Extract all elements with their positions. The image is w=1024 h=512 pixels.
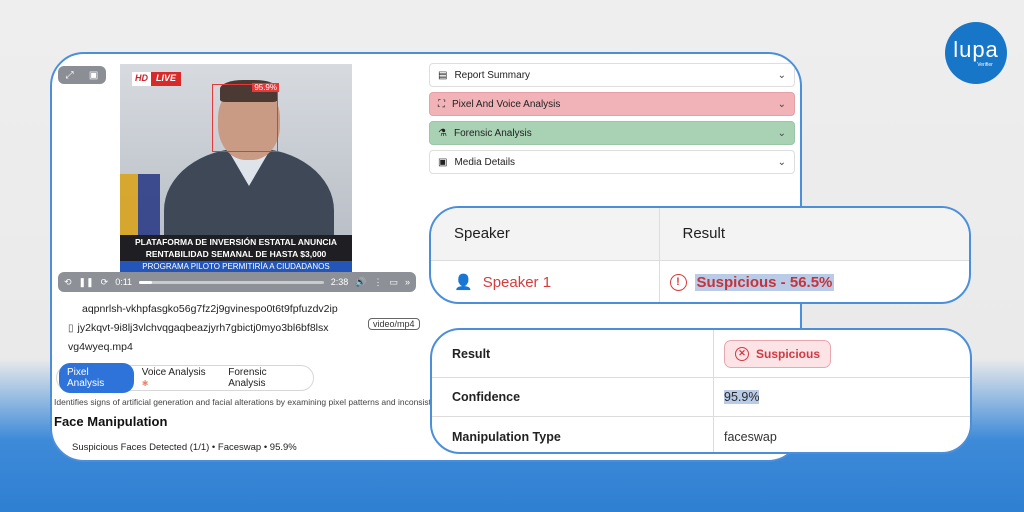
- report-icon: ▤: [438, 69, 448, 81]
- confidence-value: 95.9%: [724, 390, 760, 404]
- mime-badge: video/mp4: [368, 318, 420, 330]
- pip-icon[interactable]: ▣: [89, 70, 98, 81]
- face-scan-icon: ⛶: [438, 98, 445, 110]
- forward-icon[interactable]: ⟳: [101, 277, 109, 288]
- accordion-pixel-voice[interactable]: ⛶ Pixel And Voice Analysis ⌄: [429, 92, 795, 116]
- progress-bar[interactable]: [139, 280, 324, 284]
- caption-line-1: PLATAFORMA DE INVERSIÓN ESTATAL ANUNCIA: [135, 237, 337, 247]
- settings-icon[interactable]: ⋮: [373, 277, 382, 288]
- alert-dot-icon: ✱: [141, 379, 149, 388]
- page-root: lupa Verifier ⤢ ▣ HD LIVE 95.9% PLATAFOR…: [0, 0, 1024, 512]
- file-name: aqpnrlsh-vkhpfasgko56g7fz2j9gvinespo0t6t…: [68, 300, 368, 357]
- accordion-label: Media Details: [454, 156, 516, 168]
- status-badge: ✕ Suspicious: [724, 339, 832, 368]
- more-icon[interactable]: »: [405, 277, 410, 287]
- accordion-media-details[interactable]: ▣ Media Details ⌄: [429, 150, 795, 174]
- video-controls: ⟲ ❚❚ ⟳ 0:11 2:38 🔊 ⋮ ▭ »: [58, 272, 416, 292]
- user-icon: 👤: [454, 274, 473, 292]
- film-icon: ▣: [438, 156, 448, 168]
- logo-sub: Verifier: [977, 61, 993, 68]
- caption-line-2: RENTABILIDAD SEMANAL DE HASTA $3,000: [145, 249, 327, 259]
- file-name-line-2: jy2kqvt-9i8lj3vlchvqgaqbeazjyrh7gbictj0m…: [77, 322, 329, 334]
- accordion-label: Forensic Analysis: [453, 127, 532, 139]
- accordion-label: Pixel And Voice Analysis: [452, 98, 561, 110]
- result-cell: ! Suspicious - 56.5%: [659, 260, 969, 302]
- volume-icon[interactable]: 🔊: [355, 277, 366, 288]
- header-speaker: Speaker: [431, 208, 660, 261]
- expand-icon[interactable]: ⤢: [66, 70, 74, 81]
- manipulation-type: faceswap: [724, 429, 777, 444]
- pause-icon[interactable]: ❚❚: [79, 277, 94, 288]
- result-details-card: Result ✕ Suspicious Confidence 95.9% Mani…: [430, 328, 972, 454]
- lupa-logo: lupa Verifier: [945, 22, 1007, 84]
- flask-icon: ⚗: [438, 127, 447, 139]
- chevron-down-icon: ⌄: [777, 156, 786, 168]
- file-icon: ▯: [68, 323, 74, 334]
- accordion-label: Report Summary: [454, 69, 531, 81]
- row-label: Manipulation Type: [432, 417, 714, 452]
- face-detection-box: 95.9%: [212, 83, 279, 152]
- speaker-result-card: Speaker Result 👤 Speaker 1 ! Suspicious - …: [429, 206, 971, 304]
- file-name-line-1: aqpnrlsh-vkhpfasgko56g7fz2j9gvinespo0t6t…: [82, 303, 338, 315]
- row-label: Confidence: [432, 378, 714, 416]
- tab-voice-label: Voice Analysis: [141, 367, 206, 378]
- video-frame[interactable]: HD LIVE 95.9% PLATAFORMA DE INVERSIÓN ES…: [120, 64, 352, 276]
- speaker-table: Speaker Result 👤 Speaker 1 ! Suspicious - …: [431, 208, 969, 302]
- progress-fill: [139, 280, 152, 284]
- analysis-description: Identifies signs of artificial generatio…: [54, 397, 434, 407]
- current-time: 0:11: [115, 277, 133, 287]
- cast-icon[interactable]: ▭: [389, 277, 398, 288]
- chevron-down-icon: ⌄: [777, 69, 786, 81]
- warning-icon: !: [669, 273, 687, 291]
- close-circle-icon: ✕: [735, 346, 749, 361]
- video-toolbar: ⤢ ▣: [58, 66, 106, 84]
- suspicious-summary: Suspicious Faces Detected (1/1) • Facesw…: [72, 442, 297, 453]
- tab-pixel-analysis[interactable]: Pixel Analysis: [59, 363, 134, 393]
- file-name-line-3: vg4wyeq.mp4: [68, 341, 133, 353]
- rewind-icon[interactable]: ⟲: [64, 277, 72, 288]
- speaker-cell: 👤 Speaker 1: [431, 260, 660, 302]
- tab-forensic-analysis[interactable]: Forensic Analysis: [220, 363, 311, 393]
- accordion-forensic[interactable]: ⚗ Forensic Analysis ⌄: [429, 121, 795, 145]
- status-badge-label: Suspicious: [756, 346, 821, 361]
- table-row: Confidence 95.9%: [432, 378, 970, 417]
- speaker-result: Suspicious - 56.5%: [694, 273, 835, 291]
- row-label: Result: [432, 330, 714, 377]
- hd-label: HD: [132, 72, 151, 86]
- table-row: 👤 Speaker 1 ! Suspicious - 56.5%: [431, 260, 969, 302]
- table-row: Result ✕ Suspicious: [432, 330, 970, 378]
- tab-voice-analysis[interactable]: Voice Analysis ✱: [134, 363, 221, 393]
- live-label: LIVE: [151, 72, 182, 86]
- analysis-tabs: Pixel Analysis Voice Analysis ✱ Forensic…: [56, 363, 314, 393]
- speaker-name: Speaker 1: [482, 273, 552, 291]
- table-row: Manipulation Type faceswap: [432, 417, 970, 452]
- chevron-down-icon: ⌄: [777, 98, 786, 110]
- section-title: Face Manipulation: [54, 414, 168, 429]
- accordion-report-summary[interactable]: ▤ Report Summary ⌄: [429, 63, 795, 87]
- live-badge: HD LIVE: [132, 72, 182, 86]
- logo-brand: lupa: [953, 36, 999, 62]
- news-caption: PLATAFORMA DE INVERSIÓN ESTATAL ANUNCIA …: [120, 235, 352, 261]
- duration: 2:38: [330, 277, 349, 287]
- chevron-down-icon: ⌄: [777, 127, 786, 139]
- header-result: Result: [659, 208, 969, 261]
- face-score: 95.9%: [252, 83, 279, 92]
